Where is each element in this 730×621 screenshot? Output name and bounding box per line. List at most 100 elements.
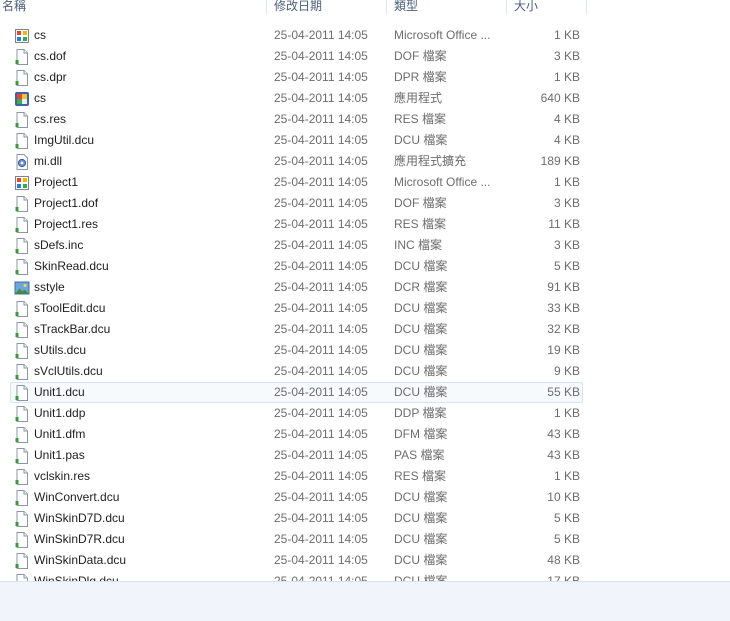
file-date-modified: 25-04-2011 14:05 xyxy=(274,175,368,189)
file-icon xyxy=(14,553,30,569)
file-size: 5 KB xyxy=(553,259,580,273)
file-row[interactable]: WinSkinDlg.dcu 25-04-2011 14:05 DCU 檔案 17 K… xyxy=(10,571,583,581)
column-divider[interactable] xyxy=(386,0,387,14)
file-name: WinConvert.dcu xyxy=(34,490,120,504)
file-row[interactable]: vclskin.res 25-04-2011 14:05 RES 檔案 1 KB xyxy=(10,466,583,487)
file-row[interactable]: sstyle 25-04-2011 14:05 DCR 檔案 91 KB xyxy=(10,277,583,298)
file-name: WinSkinD7R.dcu xyxy=(34,532,125,546)
column-header-bar: 名稱 修改日期 類型 大小 xyxy=(0,0,730,16)
file-size: 11 KB xyxy=(548,217,580,231)
file-date-modified: 25-04-2011 14:05 xyxy=(274,490,368,504)
file-row[interactable]: sTrackBar.dcu 25-04-2011 14:05 DCU 檔案 32 KB xyxy=(10,319,583,340)
file-row[interactable]: sUtils.dcu 25-04-2011 14:05 DCU 檔案 19 KB xyxy=(10,340,583,361)
file-type: DCU 檔案 xyxy=(394,343,448,357)
file-row[interactable]: Unit1.dfm 25-04-2011 14:05 DFM 檔案 43 KB xyxy=(10,424,583,445)
file-type: DCU 檔案 xyxy=(394,322,448,336)
file-size: 4 KB xyxy=(553,133,580,147)
file-name: sTrackBar.dcu xyxy=(34,322,111,336)
file-type: RES 檔案 xyxy=(394,112,447,126)
file-type: DCU 檔案 xyxy=(394,133,448,147)
file-icon xyxy=(14,322,30,338)
file-name: sVclUtils.dcu xyxy=(34,364,103,378)
file-row[interactable]: SkinRead.dcu 25-04-2011 14:05 DCU 檔案 5 KB xyxy=(10,256,583,277)
file-icon xyxy=(14,448,30,464)
file-row[interactable]: WinSkinData.dcu 25-04-2011 14:05 DCU 檔案 48 … xyxy=(10,550,583,571)
file-row[interactable]: sDefs.inc 25-04-2011 14:05 INC 檔案 3 KB xyxy=(10,235,583,256)
column-divider[interactable] xyxy=(266,0,267,14)
file-icon xyxy=(14,301,30,317)
file-name: SkinRead.dcu xyxy=(34,259,109,273)
file-name: Project1.dof xyxy=(34,196,99,210)
file-row[interactable]: cs 25-04-2011 14:05 應用程式 640 KB xyxy=(10,88,583,109)
file-row[interactable]: sToolEdit.dcu 25-04-2011 14:05 DCU 檔案 33 KB xyxy=(10,298,583,319)
column-divider[interactable] xyxy=(586,0,587,14)
file-row[interactable]: cs 25-04-2011 14:05 Microsoft Office ... 1 … xyxy=(10,25,583,46)
file-icon xyxy=(14,385,30,401)
file-type: DCR 檔案 xyxy=(394,280,448,294)
file-row[interactable]: cs.dof 25-04-2011 14:05 DOF 檔案 3 KB xyxy=(10,46,583,67)
file-icon xyxy=(14,112,30,128)
file-list[interactable]: cs 25-04-2011 14:05 Microsoft Office ... 1 … xyxy=(0,25,730,581)
file-row[interactable]: WinSkinD7R.dcu 25-04-2011 14:05 DCU 檔案 5 KB xyxy=(10,529,583,550)
file-name: vclskin.res xyxy=(34,469,91,483)
file-row[interactable]: mi.dll 25-04-2011 14:05 應用程式擴充 189 KB xyxy=(10,151,583,172)
file-name: sUtils.dcu xyxy=(34,343,87,357)
file-name: Unit1.dfm xyxy=(34,427,86,441)
file-name: sDefs.inc xyxy=(34,238,84,252)
file-date-modified: 25-04-2011 14:05 xyxy=(274,322,368,336)
file-date-modified: 25-04-2011 14:05 xyxy=(274,469,368,483)
file-size: 3 KB xyxy=(553,238,580,252)
file-icon xyxy=(14,49,30,65)
file-icon xyxy=(14,532,30,548)
file-date-modified: 25-04-2011 14:05 xyxy=(274,343,368,357)
file-name: cs.dpr xyxy=(34,70,67,84)
file-type: INC 檔案 xyxy=(394,238,443,252)
file-row[interactable]: sVclUtils.dcu 25-04-2011 14:05 DCU 檔案 9 KB xyxy=(10,361,583,382)
file-row[interactable]: Unit1.pas 25-04-2011 14:05 PAS 檔案 43 KB xyxy=(10,445,583,466)
file-date-modified: 25-04-2011 14:05 xyxy=(274,448,368,462)
file-date-modified: 25-04-2011 14:05 xyxy=(274,217,368,231)
file-size: 1 KB xyxy=(553,469,580,483)
file-date-modified: 25-04-2011 14:05 xyxy=(274,427,368,441)
file-row[interactable]: WinSkinD7D.dcu 25-04-2011 14:05 DCU 檔案 5 KB xyxy=(10,508,583,529)
file-icon xyxy=(14,133,30,149)
file-type: DCU 檔案 xyxy=(394,511,448,525)
file-row[interactable]: Project1.res 25-04-2011 14:05 RES 檔案 11 KB xyxy=(10,214,583,235)
file-row[interactable]: ImgUtil.dcu 25-04-2011 14:05 DCU 檔案 4 KB xyxy=(10,130,583,151)
file-date-modified: 25-04-2011 14:05 xyxy=(274,238,368,252)
file-type: DCU 檔案 xyxy=(394,301,448,315)
dll-gear-icon xyxy=(14,154,30,170)
file-row[interactable]: WinConvert.dcu 25-04-2011 14:05 DCU 檔案 10 K… xyxy=(10,487,583,508)
file-name: Project1.res xyxy=(34,217,99,231)
column-header-type[interactable]: 類型 xyxy=(392,0,504,15)
file-row[interactable]: Project1.dof 25-04-2011 14:05 DOF 檔案 3 KB xyxy=(10,193,583,214)
file-row[interactable]: cs.res 25-04-2011 14:05 RES 檔案 4 KB xyxy=(10,109,583,130)
file-type: Microsoft Office ... xyxy=(394,175,491,189)
file-row[interactable]: Project1 25-04-2011 14:05 Microsoft Office… xyxy=(10,172,583,193)
file-row[interactable]: cs.dpr 25-04-2011 14:05 DPR 檔案 1 KB xyxy=(10,67,583,88)
column-header-name[interactable]: 名稱 xyxy=(0,0,264,15)
file-icon xyxy=(14,490,30,506)
file-name: WinSkinData.dcu xyxy=(34,553,127,567)
file-row[interactable]: Unit1.ddp 25-04-2011 14:05 DDP 檔案 1 KB xyxy=(10,403,583,424)
file-name: Unit1.ddp xyxy=(34,406,86,420)
file-type: RES 檔案 xyxy=(394,469,447,483)
file-name: Unit1.dcu xyxy=(34,385,85,399)
file-type: DDP 檔案 xyxy=(394,406,447,420)
file-type: 應用程式 xyxy=(394,91,443,105)
file-type: DCU 檔案 xyxy=(394,532,448,546)
file-date-modified: 25-04-2011 14:05 xyxy=(274,91,368,105)
column-header-date[interactable]: 修改日期 xyxy=(272,0,384,15)
column-divider[interactable] xyxy=(506,0,507,14)
file-icon xyxy=(14,238,30,254)
application-icon xyxy=(14,91,30,107)
file-name: Project1 xyxy=(34,175,79,189)
file-size: 3 KB xyxy=(553,49,580,63)
file-date-modified: 25-04-2011 14:05 xyxy=(274,259,368,273)
file-type: DCU 檔案 xyxy=(394,259,448,273)
file-row[interactable]: Unit1.dcu 25-04-2011 14:05 DCU 檔案 55 KB xyxy=(10,382,583,403)
column-header-size[interactable]: 大小 xyxy=(512,0,584,15)
file-icon xyxy=(14,427,30,443)
file-type: DFM 檔案 xyxy=(394,427,448,441)
file-date-modified: 25-04-2011 14:05 xyxy=(274,511,368,525)
